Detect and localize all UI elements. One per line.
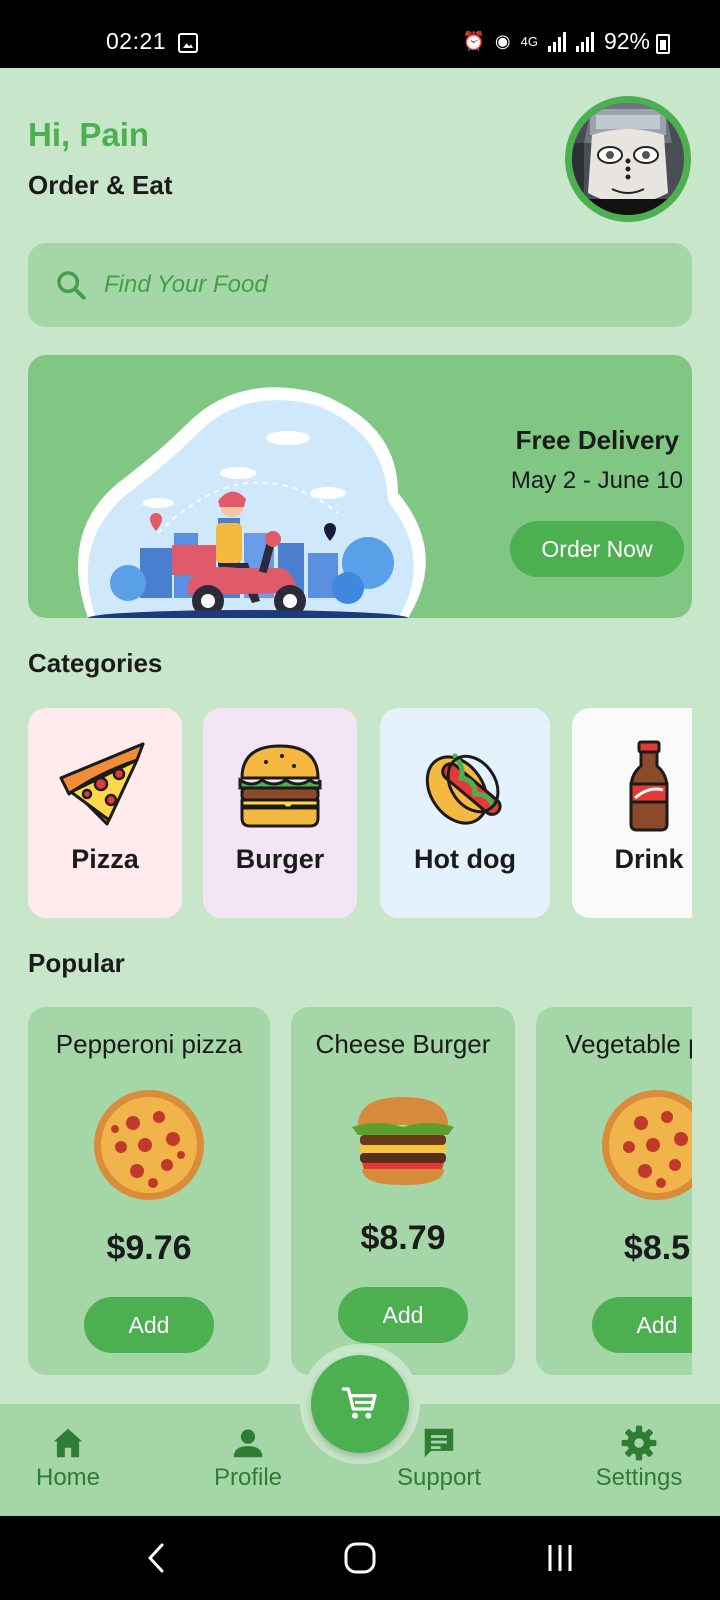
search-icon — [57, 271, 86, 300]
food-name: Cheese Burger — [315, 1029, 491, 1059]
burger-icon — [238, 744, 322, 828]
nav-label: Support — [396, 1464, 482, 1491]
banner-title: Free Delivery — [515, 425, 679, 455]
food-name: Vegetable pizza — [565, 1029, 692, 1059]
drink-icon — [629, 740, 669, 832]
pizza-icon — [59, 742, 145, 826]
vegetable-pizza-image — [602, 1090, 692, 1200]
category-hotdog[interactable]: Hot dog — [380, 708, 550, 918]
search-input[interactable] — [104, 243, 664, 327]
nav-home[interactable]: Home — [0, 1424, 138, 1492]
food-name: Pepperoni pizza — [55, 1029, 243, 1059]
category-label: Hot dog — [414, 844, 516, 874]
popular-card[interactable]: Cheese Burger $8.79 Add — [291, 1007, 515, 1375]
pepperoni-pizza-image — [94, 1090, 204, 1200]
network-type: 4G — [520, 34, 538, 49]
profile-icon — [233, 1429, 263, 1458]
order-now-button[interactable]: Order Now — [510, 521, 684, 577]
avatar[interactable] — [565, 96, 691, 222]
status-time: 02:21 — [106, 28, 167, 54]
add-to-cart-button[interactable]: Add — [84, 1297, 214, 1353]
header-subtitle: Order & Eat — [28, 170, 173, 200]
cheese-burger-image — [352, 1097, 454, 1185]
food-price: $8.5 — [623, 1229, 691, 1267]
search-bar[interactable] — [28, 243, 692, 327]
add-to-cart-button[interactable]: Add — [338, 1287, 468, 1343]
system-nav-bar — [0, 1516, 720, 1600]
categories-list: Pizza Burger Hot dog Drink — [28, 708, 692, 920]
popular-card[interactable]: Vegetable pizza $8.5 Add — [536, 1007, 692, 1375]
gear-icon — [621, 1425, 657, 1461]
category-label: Pizza — [71, 844, 139, 874]
categories-title: Categories — [28, 648, 163, 678]
recents-icon[interactable] — [546, 1543, 574, 1573]
battery-level: 92% — [603, 28, 650, 54]
banner-dates: May 2 - June 10 — [510, 467, 683, 494]
avatar-image — [572, 103, 684, 215]
category-pizza[interactable]: Pizza — [28, 708, 182, 918]
popular-list: Pepperoni pizza $9.76 Add Cheese Burger … — [28, 1007, 692, 1377]
cart-fab-button[interactable] — [311, 1355, 409, 1453]
cart-icon — [341, 1387, 377, 1419]
home-button-icon[interactable] — [343, 1541, 377, 1575]
food-price: $9.76 — [106, 1229, 192, 1267]
category-label: Drink — [614, 844, 684, 874]
add-to-cart-button[interactable]: Add — [592, 1297, 692, 1353]
greeting: Hi, Pain — [28, 116, 150, 153]
category-drink[interactable]: Drink — [572, 708, 692, 918]
nav-label: Settings — [595, 1464, 683, 1491]
status-bar: 02:21 ⏰ ◉ 4G 92% — [0, 0, 720, 68]
back-icon[interactable] — [146, 1542, 166, 1574]
nav-label: Profile — [213, 1464, 283, 1491]
delivery-illustration — [78, 387, 426, 618]
battery-icon — [656, 34, 670, 54]
home-icon — [53, 1428, 83, 1458]
hotdog-icon — [425, 753, 502, 825]
nav-settings[interactable]: Settings — [569, 1424, 709, 1492]
signal-icon — [547, 31, 566, 52]
signal-icon-2 — [575, 31, 594, 52]
category-label: Burger — [235, 844, 325, 874]
nav-label: Home — [35, 1464, 101, 1491]
nav-profile[interactable]: Profile — [178, 1424, 318, 1492]
food-price: $8.79 — [360, 1219, 446, 1257]
chat-icon — [424, 1428, 454, 1458]
hotspot-icon: ◉ — [494, 31, 511, 51]
promo-banner: Free Delivery May 2 - June 10 Order Now — [28, 355, 692, 618]
popular-card[interactable]: Pepperoni pizza $9.76 Add — [28, 1007, 270, 1375]
gallery-notification-icon — [178, 33, 198, 53]
category-burger[interactable]: Burger — [203, 708, 357, 918]
status-icons: ⏰ ◉ 4G 92% — [462, 28, 670, 55]
alarm-icon: ⏰ — [462, 31, 485, 51]
popular-title: Popular — [28, 948, 125, 978]
